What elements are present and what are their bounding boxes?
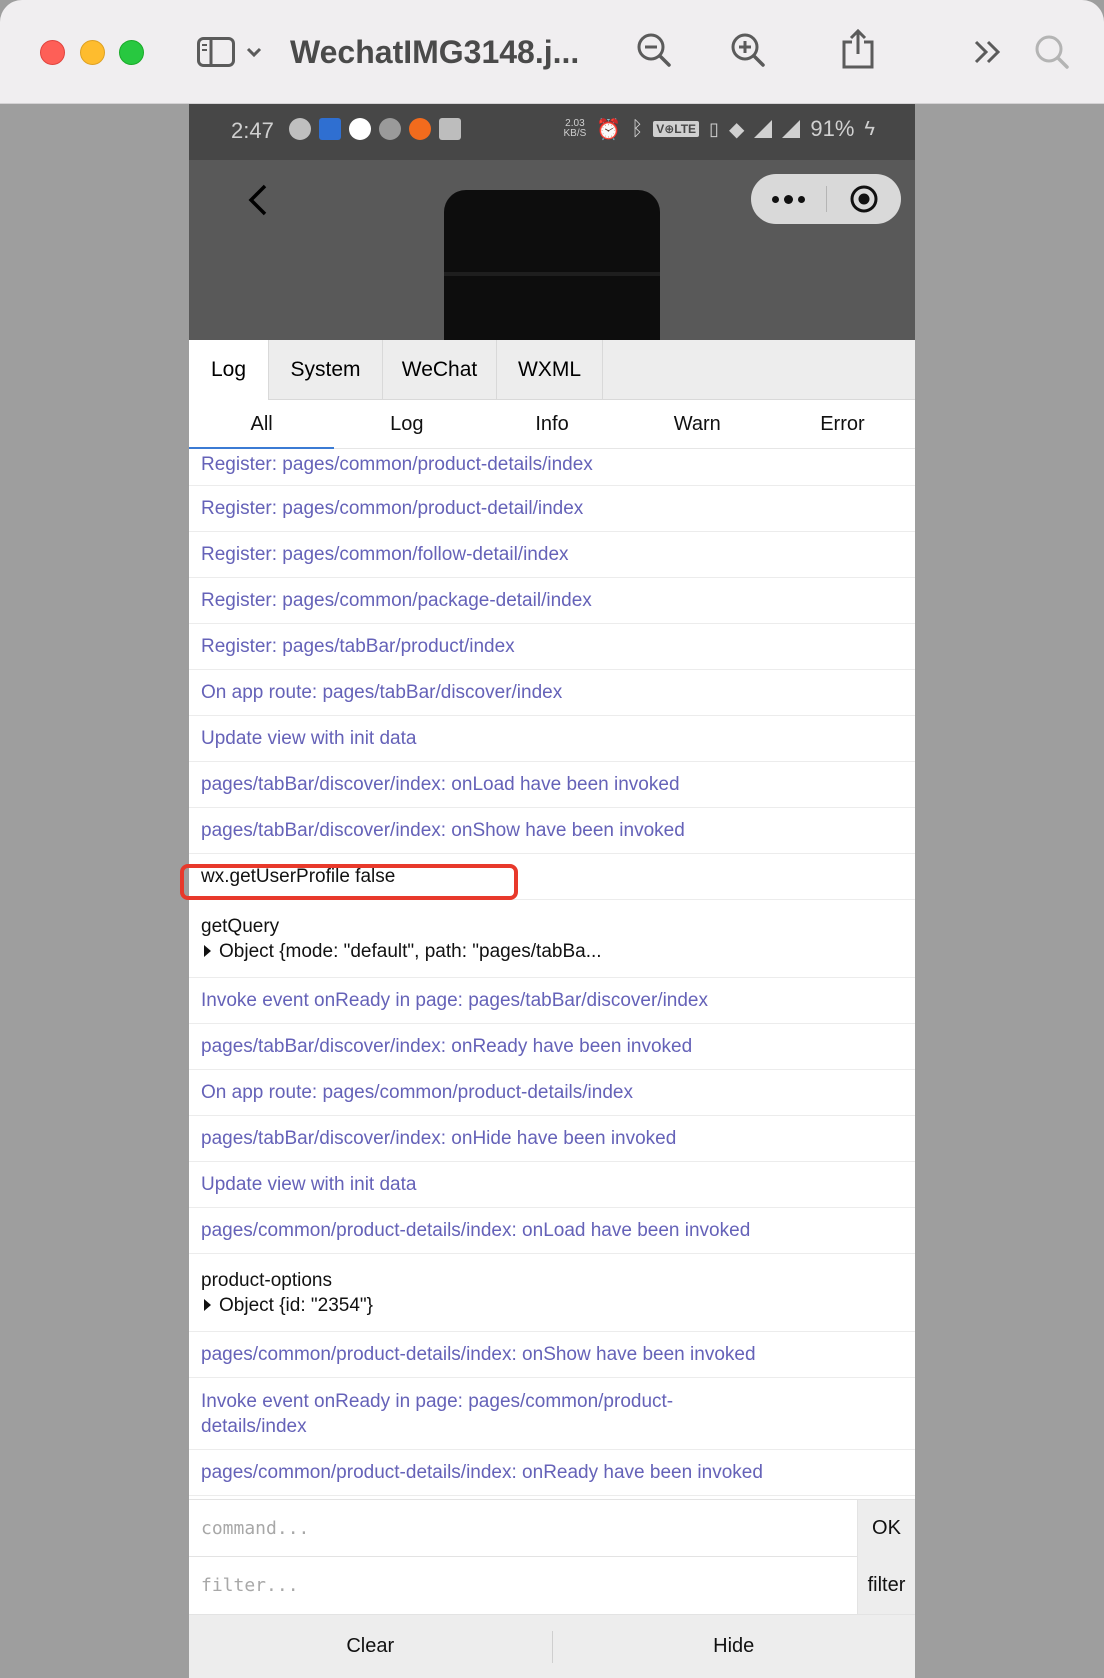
window-title: WechatIMG3148.j... (290, 34, 580, 70)
network-speed: 2.03 KB/S (563, 118, 587, 139)
battery-level: 91% (810, 116, 855, 141)
netease-icon (379, 118, 401, 140)
miniprogram-capsule (751, 174, 901, 224)
status-right-icons: 2.03 KB/S ⏰ ᛒ V⊕LTE ▯ ◆ 91% ϟ (564, 116, 875, 142)
close-miniprogram-icon[interactable] (827, 174, 901, 224)
log-row: Register: pages/common/product-detail/in… (189, 486, 915, 532)
log-row-highlighted: wx.getUserProfile false (189, 854, 915, 900)
tab-wxml[interactable]: WXML (497, 340, 603, 400)
message-icon (289, 118, 311, 140)
phone-status-bar: 2:47 2.03 KB/S ⏰ ᛒ V⊕LTE ▯ ◆ 91% ϟ (189, 104, 915, 160)
log-row: pages/tabBar/discover/index: onHide have… (189, 1116, 915, 1162)
filter-input[interactable] (189, 1557, 857, 1614)
product-image-rim (444, 272, 660, 276)
share-icon[interactable] (838, 26, 878, 72)
subtab-error[interactable]: Error (770, 401, 915, 448)
log-row: Update view with init data (189, 1162, 915, 1208)
command-input[interactable] (189, 1500, 857, 1556)
signal-icon (754, 120, 773, 138)
subtab-info[interactable]: Info (479, 401, 624, 448)
console-bottom-bar: Clear Hide (189, 1615, 915, 1678)
filter-bar: filter (189, 1557, 915, 1615)
log-row: On app route: pages/common/product-detai… (189, 1070, 915, 1116)
minimize-window-button[interactable] (80, 40, 105, 65)
log-list[interactable]: Register: pages/common/product-details/i… (189, 450, 915, 1499)
weibo-icon (349, 118, 371, 140)
miniprogram-nav-area (189, 160, 915, 340)
chevron-down-icon[interactable] (244, 40, 264, 64)
log-row: pages/tabBar/discover/index: onLoad have… (189, 762, 915, 808)
expand-triangle-icon (204, 945, 211, 957)
status-time: 2:47 (231, 118, 274, 143)
object-expander[interactable]: Object {mode: "default", path: "pages/ta… (201, 939, 903, 964)
wifi-icon: ◆ (728, 118, 745, 141)
log-row-object: product-options Object {id: "2354"} (189, 1254, 915, 1332)
log-level-tabs: All Log Info Warn Error (189, 401, 915, 449)
close-window-button[interactable] (40, 40, 65, 65)
log-row: Update view with init data (189, 716, 915, 762)
back-chevron-icon[interactable] (239, 180, 279, 220)
subtab-warn[interactable]: Warn (625, 401, 770, 448)
zoom-in-icon[interactable] (728, 30, 768, 70)
log-row: pages/tabBar/discover/index: onReady hav… (189, 1024, 915, 1070)
window-titlebar: WechatIMG3148.j... (0, 0, 1104, 104)
tab-log[interactable]: Log (189, 340, 269, 400)
app-orange-icon (409, 118, 431, 140)
log-row-object: getQuery Object {mode: "default", path: … (189, 900, 915, 978)
log-row: pages/common/product-details/index: onRe… (189, 1450, 915, 1496)
tab-system[interactable]: System (269, 340, 383, 400)
command-bar: OK (189, 1499, 915, 1557)
log-row: Invoke event onReady in page: pages/comm… (189, 1378, 915, 1450)
subtab-all[interactable]: All (189, 401, 335, 449)
log-row: pages/tabBar/discover/index: onShow have… (189, 808, 915, 854)
vibrate-icon: ▯ (709, 118, 719, 139)
signal-2-icon (782, 120, 801, 138)
bluetooth-icon: ᛒ (631, 117, 644, 140)
sidebar-icon[interactable] (196, 32, 236, 72)
log-row: On app route: pages/tabBar/discover/inde… (189, 670, 915, 716)
app-icon (319, 118, 341, 140)
log-row: Invoke event onReady in page: pages/tabB… (189, 978, 915, 1024)
charging-icon: ϟ (864, 117, 875, 140)
log-row: pages/common/product-details/index: onSh… (189, 1332, 915, 1378)
volte-badge: V⊕LTE (653, 121, 700, 137)
log-row: Register: pages/common/package-detail/in… (189, 578, 915, 624)
search-icon[interactable] (1032, 32, 1072, 72)
zoom-out-icon[interactable] (634, 30, 674, 70)
product-image (444, 190, 660, 340)
image-icon (439, 118, 461, 140)
expand-triangle-icon (204, 1299, 211, 1311)
filter-button[interactable]: filter (857, 1557, 915, 1614)
notification-icons (289, 118, 461, 140)
log-row: pages/common/product-details/index: onLo… (189, 1208, 915, 1254)
alarm-icon: ⏰ (596, 118, 622, 141)
fullscreen-window-button[interactable] (119, 40, 144, 65)
clear-button[interactable]: Clear (189, 1615, 552, 1678)
subtab-log[interactable]: Log (334, 401, 479, 448)
log-row: Register: pages/common/product-details/i… (189, 450, 915, 486)
log-row: Register: pages/tabBar/product/index (189, 624, 915, 670)
command-ok-button[interactable]: OK (857, 1500, 915, 1557)
hide-button[interactable]: Hide (553, 1615, 916, 1678)
more-options-icon[interactable] (751, 174, 826, 224)
vconsole-tabs: Log System WeChat WXML (189, 340, 915, 400)
phone-screenshot: 2:47 2.03 KB/S ⏰ ᛒ V⊕LTE ▯ ◆ 91% ϟ Log S… (189, 104, 915, 1678)
log-row: Register: pages/common/follow-detail/ind… (189, 532, 915, 578)
more-chevrons-icon[interactable] (970, 34, 1006, 70)
tab-wechat[interactable]: WeChat (383, 340, 497, 400)
object-expander[interactable]: Object {id: "2354"} (201, 1293, 903, 1318)
